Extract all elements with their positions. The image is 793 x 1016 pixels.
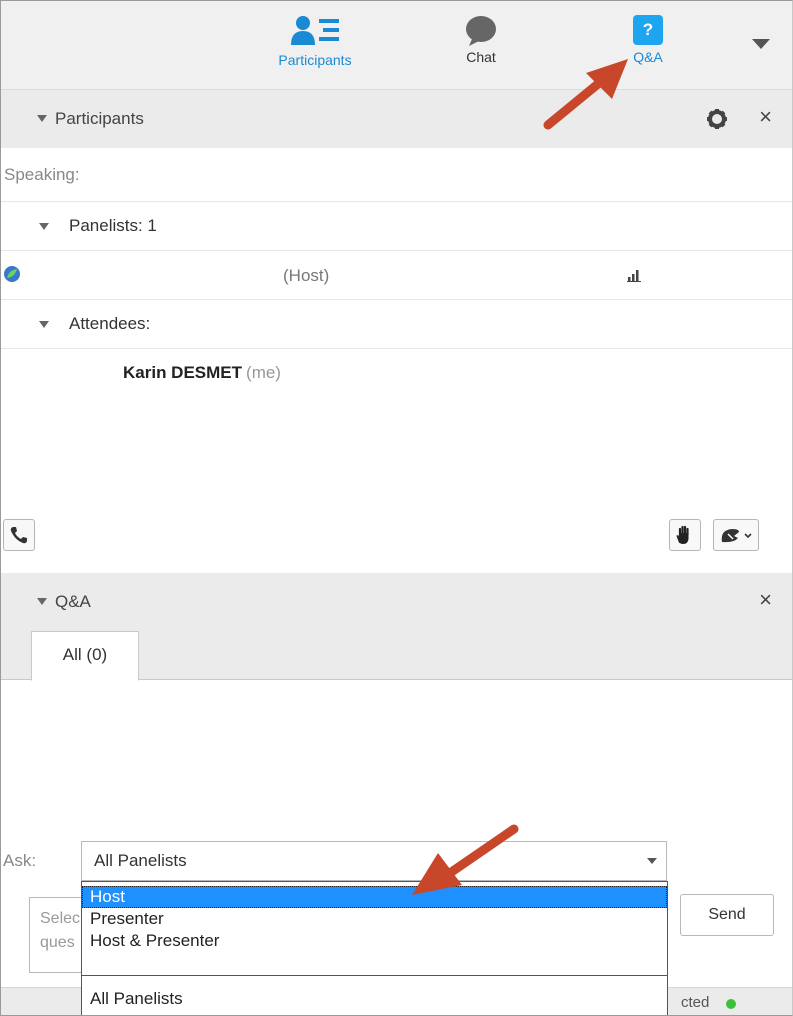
raise-hand-icon — [676, 525, 689, 544]
toolbar-menu-dropdown[interactable] — [752, 39, 770, 49]
send-button[interactable]: Send — [680, 894, 774, 936]
ask-recipient-select[interactable]: All Panelists — [81, 841, 667, 881]
close-icon[interactable]: × — [759, 587, 772, 613]
option-label: Host — [90, 887, 125, 906]
attendee-name: Karin DESMET — [123, 363, 243, 382]
attendees-label: Attendees: — [69, 314, 151, 333]
option-label: All Panelists — [90, 989, 183, 1008]
chat-tab-button[interactable]: Chat — [441, 15, 521, 65]
connected-dot-icon — [726, 999, 736, 1009]
qa-panel-header: Q&A × — [1, 573, 792, 631]
signal-icon — [627, 270, 641, 282]
dropdown-option-all-panelists[interactable]: All Panelists — [82, 988, 667, 1010]
participants-tab-button[interactable]: Participants — [255, 15, 375, 68]
host-role-label: (Host) — [283, 266, 330, 285]
question-icon: ? — [633, 15, 663, 45]
participants-tab-label: Participants — [278, 52, 352, 68]
dropdown-divider — [82, 975, 667, 976]
reaction-button[interactable] — [713, 519, 759, 551]
participants-panel-header: Participants × — [1, 90, 792, 148]
connection-status: cted — [681, 994, 710, 1011]
ask-selected-value: All Panelists — [94, 851, 187, 870]
speaking-label: Speaking: — [4, 165, 80, 184]
qa-panel-title: Q&A — [55, 592, 91, 611]
dropdown-option-host-and-presenter[interactable]: Host & Presenter — [82, 930, 667, 952]
panelists-label: Panelists: 1 — [69, 216, 157, 235]
qa-tab-bar: All (0) — [1, 631, 792, 681]
qa-tab-button[interactable]: ? Q&A — [613, 15, 683, 65]
participants-icon — [291, 16, 339, 45]
attendee-row[interactable]: Karin DESMET (me) — [123, 363, 281, 383]
collapse-triangle-icon — [39, 223, 49, 230]
host-row[interactable]: (Host) — [1, 251, 792, 300]
collapse-triangle-icon[interactable] — [37, 115, 47, 122]
speaking-row: Speaking: — [1, 149, 792, 202]
collapse-triangle-icon — [39, 321, 49, 328]
ask-label: Ask: — [3, 851, 37, 870]
phone-icon — [10, 527, 27, 544]
qa-tab-label: Q&A — [633, 49, 663, 65]
question-input-placeholder: ques — [40, 934, 75, 951]
option-label: Presenter — [90, 909, 164, 928]
panelists-group-header[interactable]: Panelists: 1 — [1, 202, 792, 251]
raise-hand-button[interactable] — [669, 519, 701, 551]
reaction-icon — [721, 529, 752, 543]
app-window: Participants Chat ? Q&A Participants × S… — [0, 0, 793, 1016]
attendee-me-tag: (me) — [246, 363, 281, 382]
chat-tab-label: Chat — [466, 49, 496, 65]
participants-panel-title: Participants — [55, 109, 144, 128]
close-icon[interactable]: × — [759, 104, 772, 130]
chevron-down-icon — [647, 858, 657, 864]
attendees-group-header[interactable]: Attendees: — [1, 300, 792, 349]
host-status-icon — [4, 266, 20, 282]
chat-bubble-icon — [466, 16, 496, 46]
question-input-placeholder: Selec — [40, 910, 81, 927]
tab-all[interactable]: All (0) — [31, 631, 139, 681]
dropdown-option-host[interactable]: Host — [82, 886, 667, 908]
dropdown-option-presenter[interactable]: Presenter — [82, 908, 667, 930]
collapse-triangle-icon[interactable] — [37, 598, 47, 605]
phone-button[interactable] — [3, 519, 35, 551]
ask-recipient-dropdown-list: Host Presenter Host & Presenter All Pane… — [81, 881, 668, 1015]
option-label: Host & Presenter — [90, 931, 220, 950]
panel-toolbar: Participants Chat ? Q&A — [1, 1, 792, 90]
gear-icon[interactable] — [706, 108, 728, 130]
